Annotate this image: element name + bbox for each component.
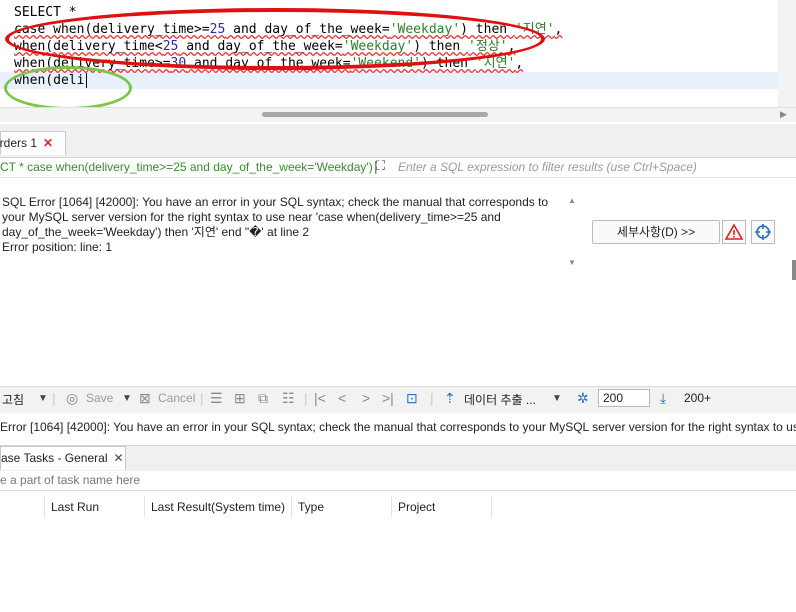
fetch-all-icon[interactable]: ⊡ <box>406 390 418 407</box>
error-message: SQL Error [1064] [42000]: You have an er… <box>2 195 549 254</box>
details-button[interactable]: 세부사항(D) >> <box>592 220 720 244</box>
crosshair-icon <box>755 224 771 240</box>
panel-scroll-indicator[interactable] <box>792 260 796 280</box>
export-icon: ⇡ <box>444 390 456 406</box>
refresh-button[interactable]: 고침 <box>2 391 24 408</box>
save-button[interactable]: Save <box>86 391 113 405</box>
fetch-size-input[interactable]: 200 <box>598 389 650 407</box>
locate-button[interactable] <box>751 220 775 244</box>
expand-icon[interactable]: ⛶ <box>376 158 392 174</box>
results-tab-bar <box>0 124 796 158</box>
add-row-icon[interactable]: ⊞ <box>234 390 246 407</box>
tab-label: orders 1 <box>0 136 38 150</box>
chevron-down-icon[interactable]: ▼ <box>122 393 132 404</box>
results-toolbar <box>0 386 796 413</box>
cancel-icon: ⊠ <box>139 390 151 406</box>
separator: | <box>430 390 434 406</box>
next-page-icon[interactable]: > <box>362 390 370 406</box>
sql-token: , <box>554 22 563 37</box>
editor-vertical-scrollbar[interactable] <box>778 0 796 120</box>
error-annotation-circle <box>5 8 545 70</box>
chevron-down-icon[interactable]: ▼ <box>38 393 48 404</box>
gear-icon[interactable]: ✲ <box>577 390 589 407</box>
tab-orders-results[interactable]: orders 1 ✕ <box>0 131 66 155</box>
sql-token: SELECT * <box>14 5 77 20</box>
warning-button[interactable] <box>722 220 746 244</box>
first-page-icon[interactable]: |< <box>314 390 326 406</box>
column-header-project[interactable]: Project <box>398 500 435 514</box>
prev-page-icon[interactable]: < <box>338 390 346 406</box>
column-divider[interactable] <box>391 496 392 518</box>
column-divider[interactable] <box>291 496 292 518</box>
separator: | <box>304 390 308 406</box>
task-filter-input[interactable]: e a part of task name here <box>0 473 140 487</box>
separator: | <box>200 390 204 406</box>
error-scrollbar[interactable]: ▲ ▼ <box>568 196 582 268</box>
column-divider[interactable] <box>44 496 45 518</box>
delete-row-icon[interactable]: ☷ <box>282 390 295 407</box>
column-divider[interactable] <box>144 496 145 518</box>
editor-scroll-thumb[interactable] <box>262 112 488 117</box>
separator: | <box>52 390 56 406</box>
edit-rows-icon[interactable]: ☰ <box>210 390 223 407</box>
scroll-down-arrow-icon[interactable]: ▼ <box>568 258 576 267</box>
query-preview-text: CT * case when(delivery_time>=25 and day… <box>0 160 373 174</box>
sql-token: , <box>515 56 524 71</box>
cursor-annotation-circle <box>4 66 132 110</box>
chevron-down-icon[interactable]: ▼ <box>552 393 562 404</box>
status-message: Error [1064] [42000]: You have an error … <box>0 420 796 434</box>
close-icon[interactable]: ✕ <box>114 451 124 465</box>
tab-database-tasks[interactable]: ase Tasks - General ✕ <box>0 446 126 470</box>
copy-row-icon[interactable]: ⧉ <box>258 390 268 407</box>
scroll-up-arrow-icon[interactable]: ▲ <box>568 196 576 205</box>
column-header-last-run[interactable]: Last Run <box>51 500 99 514</box>
column-header-last-result[interactable]: Last Result(System time) <box>151 500 285 514</box>
check-circle-icon: ◎ <box>66 390 79 406</box>
scroll-right-arrow-icon[interactable]: ▶ <box>780 109 787 120</box>
column-header-type[interactable]: Type <box>298 500 324 514</box>
warning-icon <box>724 223 744 240</box>
export-data-button[interactable]: 데이터 추출 ... <box>464 391 536 408</box>
close-icon[interactable]: ✕ <box>43 136 53 150</box>
filter-input[interactable]: Enter a SQL expression to filter results… <box>398 160 697 174</box>
fetch-more-button[interactable]: 200+ <box>684 391 711 405</box>
tab-label: ase Tasks - General <box>1 451 108 465</box>
column-divider[interactable] <box>491 496 492 518</box>
fetch-next-icon[interactable]: ⤓ <box>660 390 666 407</box>
last-page-icon[interactable]: >| <box>382 390 394 406</box>
cancel-button[interactable]: Cancel <box>158 391 195 405</box>
